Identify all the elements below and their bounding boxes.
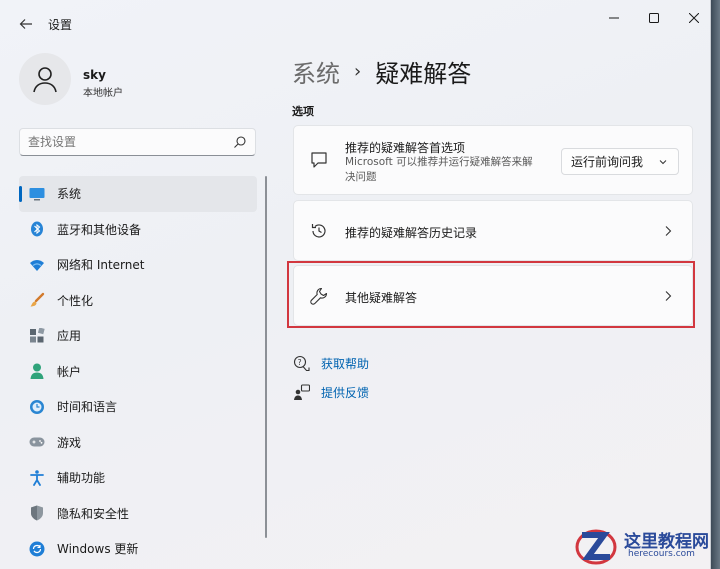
svg-text:?: ? bbox=[297, 357, 301, 366]
sidebar-item-label: 帐户 bbox=[57, 364, 82, 379]
desktop-background-edge bbox=[711, 0, 720, 569]
dropdown-value: 运行前询问我 bbox=[571, 155, 644, 169]
shield-icon bbox=[29, 505, 45, 521]
chat-bubble-icon bbox=[309, 150, 329, 170]
sidebar-item-personalization[interactable]: 个性化 bbox=[19, 283, 257, 319]
title-bar: 设置 bbox=[0, 0, 711, 44]
person-icon bbox=[29, 363, 45, 380]
breadcrumb: 系统 › 疑难解答 bbox=[292, 54, 471, 89]
sidebar-item-label: Windows 更新 bbox=[57, 542, 139, 557]
sidebar-item-label: 蓝牙和其他设备 bbox=[57, 222, 142, 237]
sidebar-item-label: 系统 bbox=[57, 187, 82, 202]
history-icon bbox=[309, 221, 329, 241]
sidebar-item-system[interactable]: 系统 bbox=[19, 176, 257, 212]
settings-window: 设置 sky 本地帐户 系统 蓝牙和其他设备 bbox=[0, 0, 711, 569]
update-icon bbox=[29, 541, 45, 557]
sidebar-scrollbar[interactable] bbox=[265, 176, 267, 538]
chevron-right-icon bbox=[665, 226, 672, 236]
sidebar-item-time-language[interactable]: 时间和语言 bbox=[19, 389, 257, 425]
search-icon[interactable] bbox=[233, 135, 247, 149]
avatar[interactable] bbox=[19, 53, 71, 105]
watermark: 这里教程网 herecours.com bbox=[572, 524, 718, 568]
sidebar-item-label: 游戏 bbox=[57, 435, 82, 450]
clock-globe-icon bbox=[29, 399, 45, 415]
sidebar-nav: 系统 蓝牙和其他设备 网络和 Internet 个性化 应用 帐户 时间和语言 … bbox=[19, 176, 257, 567]
person-avatar-icon bbox=[33, 67, 57, 93]
gamepad-icon bbox=[29, 434, 45, 450]
sidebar-item-windows-update[interactable]: Windows 更新 bbox=[19, 531, 257, 567]
sidebar-item-label: 辅助功能 bbox=[57, 471, 106, 486]
search-box[interactable] bbox=[19, 128, 256, 156]
back-button[interactable] bbox=[14, 12, 38, 36]
section-label: 选项 bbox=[292, 105, 314, 118]
card-troubleshoot-history[interactable]: 推荐的疑难解答历史记录 bbox=[293, 200, 693, 261]
close-button[interactable] bbox=[676, 6, 712, 30]
sidebar-item-accessibility[interactable]: 辅助功能 bbox=[19, 460, 257, 496]
give-feedback-link[interactable]: 提供反馈 bbox=[292, 383, 369, 401]
highlight-annotation-box bbox=[287, 261, 695, 328]
sidebar-item-privacy[interactable]: 隐私和安全性 bbox=[19, 496, 257, 532]
watermark-logo bbox=[575, 529, 617, 565]
sidebar-item-bluetooth[interactable]: 蓝牙和其他设备 bbox=[19, 212, 257, 248]
close-icon bbox=[689, 13, 699, 23]
sidebar-item-label: 时间和语言 bbox=[57, 400, 118, 415]
maximize-icon bbox=[649, 13, 659, 23]
wifi-icon bbox=[29, 257, 45, 273]
sidebar-item-label: 网络和 Internet bbox=[57, 258, 145, 273]
card-description: Microsoft 可以推荐并运行疑难解答来解决问题 bbox=[345, 156, 533, 183]
sidebar-item-accounts[interactable]: 帐户 bbox=[19, 354, 257, 390]
breadcrumb-separator: › bbox=[354, 61, 362, 82]
page-title: 疑难解答 bbox=[375, 60, 472, 88]
link-label: 提供反馈 bbox=[321, 385, 370, 400]
minimize-button[interactable] bbox=[596, 6, 632, 30]
card-title: 推荐的疑难解答首选项 bbox=[345, 141, 466, 155]
get-help-link[interactable]: ? 获取帮助 bbox=[292, 354, 369, 372]
sidebar-item-label: 个性化 bbox=[57, 293, 94, 308]
breadcrumb-parent[interactable]: 系统 bbox=[292, 54, 340, 89]
help-chat-icon: ? bbox=[292, 354, 310, 372]
chevron-down-icon bbox=[659, 160, 667, 165]
sidebar-item-label: 隐私和安全性 bbox=[57, 506, 130, 521]
apps-icon bbox=[29, 328, 45, 344]
app-title: 设置 bbox=[48, 18, 73, 32]
troubleshoot-preference-dropdown[interactable]: 运行前询问我 bbox=[561, 148, 679, 175]
link-label: 获取帮助 bbox=[321, 356, 370, 371]
minimize-icon bbox=[609, 17, 619, 19]
feedback-icon bbox=[292, 383, 310, 401]
maximize-button[interactable] bbox=[636, 6, 672, 30]
account-type: 本地帐户 bbox=[83, 88, 123, 99]
watermark-subtitle: herecours.com bbox=[628, 549, 695, 559]
card-recommended-preferences: 推荐的疑难解答首选项 Microsoft 可以推荐并运行疑难解答来解决问题 运行… bbox=[293, 125, 693, 195]
sidebar-item-gaming[interactable]: 游戏 bbox=[19, 425, 257, 461]
card-title: 推荐的疑难解答历史记录 bbox=[345, 226, 478, 240]
sidebar-item-apps[interactable]: 应用 bbox=[19, 318, 257, 354]
search-input[interactable] bbox=[28, 135, 218, 149]
user-name: sky bbox=[83, 68, 106, 82]
monitor-icon bbox=[29, 186, 45, 202]
arrow-left-icon bbox=[19, 19, 32, 29]
brush-icon bbox=[29, 292, 45, 308]
sidebar-item-label: 应用 bbox=[57, 329, 82, 344]
sidebar-item-network[interactable]: 网络和 Internet bbox=[19, 247, 257, 283]
bluetooth-icon bbox=[29, 221, 45, 237]
accessibility-icon bbox=[29, 469, 45, 486]
